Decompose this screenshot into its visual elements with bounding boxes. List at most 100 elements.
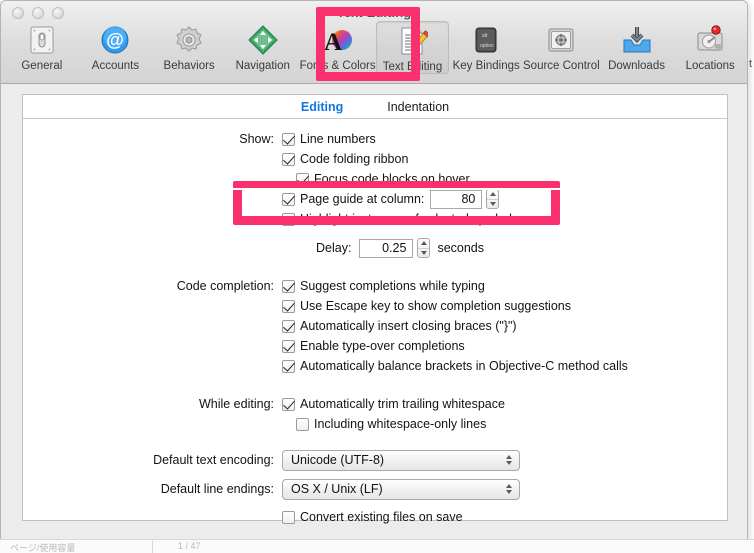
checkbox-label: Line numbers	[300, 132, 376, 146]
delay-stepper[interactable]	[417, 238, 431, 258]
default-line-endings-select[interactable]: OS X / Unix (LF)	[282, 478, 520, 500]
toolbar-item-general[interactable]: General	[5, 21, 79, 74]
toolbar-item-navigation[interactable]: Navigation	[226, 21, 300, 74]
row-highlight-delay: Delay: seconds	[23, 238, 727, 258]
toolbar-item-locations[interactable]: Locations	[673, 21, 747, 74]
toolbar-item-downloads[interactable]: Downloads	[600, 21, 674, 74]
checkbox-label: Suggest completions while typing	[300, 279, 485, 293]
stepper-up[interactable]	[418, 239, 430, 249]
checkbox-box[interactable]	[282, 152, 295, 166]
svg-text:A: A	[324, 29, 342, 56]
checkbox-box[interactable]	[282, 319, 295, 333]
preferences-content-pane: Editing Indentation Show: Line numbers C…	[22, 94, 728, 524]
toolbar-item-accounts[interactable]: @ Accounts	[79, 21, 153, 74]
window-title: Text Editing	[336, 5, 412, 20]
checkbox-page-guide-at-column[interactable]: Page guide at column:	[282, 192, 424, 206]
gear-icon	[152, 23, 226, 57]
checkbox-focus-code-blocks-on-hover[interactable]: Focus code blocks on hover	[282, 172, 470, 186]
checkbox-label: Code folding ribbon	[300, 152, 409, 166]
show-group-label: Show:	[239, 132, 274, 146]
checkbox-box[interactable]	[282, 212, 295, 226]
row-code-folding-ribbon: Code folding ribbon	[23, 149, 727, 169]
toolbar-item-fonts-and-colors[interactable]: A Fonts & Colors	[300, 21, 376, 74]
checkbox-automatically-insert-closing-braces[interactable]: Automatically insert closing braces ("}"…	[282, 319, 517, 333]
checkbox-box[interactable]	[282, 510, 295, 524]
checkbox-convert-existing-files-on-save[interactable]: Convert existing files on save	[282, 510, 463, 524]
checkbox-label: Use Escape key to show completion sugges…	[300, 299, 571, 313]
toolbar-item-label: General	[21, 60, 63, 72]
chevron-updown-icon	[506, 484, 512, 494]
toolbar-item-label: Source Control	[523, 60, 600, 72]
chevron-down-icon	[420, 250, 427, 255]
row-insert-closing-braces: Automatically insert closing braces ("}"…	[23, 316, 727, 336]
safe-vault-icon	[523, 23, 600, 57]
checkbox-including-whitespace-only-lines[interactable]: Including whitespace-only lines	[282, 417, 486, 431]
checkbox-label: Highlight instances of selected symbol	[300, 212, 512, 226]
default-text-encoding-label: Default text encoding:	[153, 453, 274, 467]
select-value: Unicode (UTF-8)	[291, 453, 385, 467]
checkbox-box[interactable]	[282, 299, 295, 313]
checkbox-label: Convert existing files on save	[300, 510, 463, 524]
toolbar-item-label: Locations	[685, 60, 735, 72]
chevron-up-icon	[489, 192, 496, 197]
tab-indentation[interactable]: Indentation	[387, 100, 449, 114]
checkbox-box[interactable]	[282, 397, 295, 411]
toolbar-item-label: Text Editing	[382, 61, 443, 73]
checkbox-box[interactable]	[282, 359, 295, 373]
checkbox-label: Focus code blocks on hover	[314, 172, 470, 186]
toolbar-item-source-control[interactable]: Source Control	[523, 21, 600, 74]
checkbox-automatically-trim-trailing-whitespace[interactable]: Automatically trim trailing whitespace	[282, 397, 505, 411]
at-sign-icon: @	[79, 23, 153, 57]
checkbox-highlight-instances-of-selected-symbol[interactable]: Highlight instances of selected symbol	[282, 212, 512, 226]
checkbox-line-numbers[interactable]: Line numbers	[282, 132, 376, 146]
row-show-line-numbers: Show: Line numbers	[23, 129, 727, 149]
checkbox-box[interactable]	[282, 132, 295, 146]
toolbar-item-label: Navigation	[235, 60, 290, 72]
checkbox-use-escape-key-to-show-completion-suggestions[interactable]: Use Escape key to show completion sugges…	[282, 299, 571, 313]
checkbox-box[interactable]	[296, 172, 309, 186]
row-default-line-endings: Default line endings: OS X / Unix (LF)	[23, 477, 727, 501]
checkbox-automatically-balance-brackets[interactable]: Automatically balance brackets in Object…	[282, 359, 628, 373]
checkbox-suggest-completions-while-typing[interactable]: Suggest completions while typing	[282, 279, 485, 293]
checkbox-label: Page guide at column:	[300, 192, 425, 206]
toolbar-item-text-editing[interactable]: Text Editing	[375, 21, 450, 74]
switch-icon	[5, 23, 79, 57]
delay-input[interactable]	[359, 238, 414, 258]
toolbar-item-label: Key Bindings	[452, 60, 520, 72]
stepper-down[interactable]	[418, 249, 429, 258]
document-pencil-icon	[377, 24, 449, 58]
stepper-down[interactable]	[487, 200, 498, 209]
checkbox-enable-type-over-completions[interactable]: Enable type-over completions	[282, 339, 465, 353]
stepper-up[interactable]	[487, 190, 499, 200]
checkbox-box[interactable]	[282, 279, 295, 293]
page-guide-column-input[interactable]	[430, 189, 483, 209]
background-bottom-bar: ページ/使用容量 1 / 47	[0, 539, 754, 553]
keyboard-key-icon: alt option	[449, 23, 523, 57]
row-type-over-completions: Enable type-over completions	[23, 336, 727, 356]
default-line-endings-label: Default line endings:	[160, 482, 274, 496]
page-guide-column-stepper[interactable]	[486, 189, 500, 209]
toolbar-item-label: Behaviors	[163, 60, 215, 72]
chevron-up-icon	[420, 241, 427, 246]
checkbox-box[interactable]	[282, 192, 295, 206]
row-convert-existing-files: Convert existing files on save	[23, 507, 727, 527]
default-text-encoding-select[interactable]: Unicode (UTF-8)	[282, 449, 520, 471]
toolbar-item-behaviors[interactable]: Behaviors	[152, 21, 226, 74]
checkbox-label: Automatically insert closing braces ("}"…	[300, 319, 517, 333]
row-default-text-encoding: Default text encoding: Unicode (UTF-8)	[23, 448, 727, 472]
compass-arrows-icon	[226, 23, 300, 57]
row-highlight-instances: Highlight instances of selected symbol	[23, 209, 727, 229]
settings-form: Show: Line numbers Code folding ribbon F…	[23, 119, 727, 527]
select-value: OS X / Unix (LF)	[291, 482, 383, 496]
toolbar-item-key-bindings[interactable]: alt option Key Bindings	[449, 21, 523, 74]
tab-editing[interactable]: Editing	[301, 100, 343, 114]
preferences-window: Text Editing General @ Accounts Behavior…	[0, 0, 748, 542]
checkbox-box[interactable]	[296, 417, 309, 431]
row-trim-trailing-whitespace: While editing: Automatically trim traili…	[23, 394, 727, 414]
checkbox-code-folding-ribbon[interactable]: Code folding ribbon	[282, 152, 408, 166]
checkbox-box[interactable]	[282, 339, 295, 353]
delay-label: Delay:	[316, 241, 352, 255]
background-bottom-cell-a: ページ/使用容量	[10, 543, 76, 553]
row-including-whitespace-only-lines: Including whitespace-only lines	[23, 414, 727, 434]
download-tray-icon	[600, 23, 674, 57]
